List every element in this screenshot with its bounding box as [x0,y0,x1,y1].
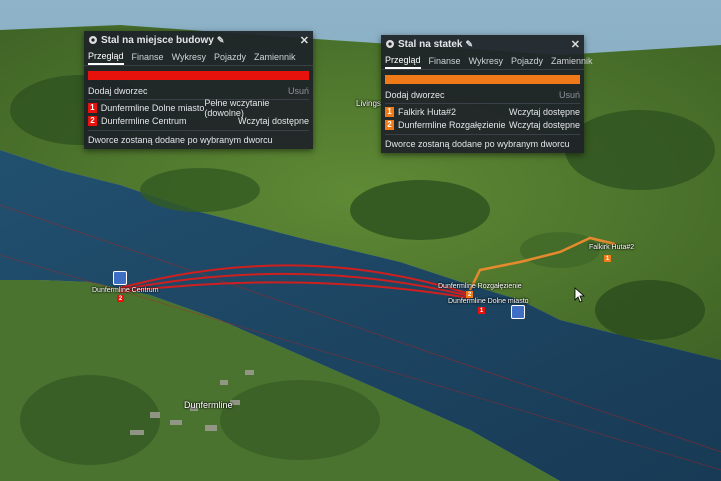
tab-vehicles[interactable]: Pojazdy [214,50,246,64]
forest [140,168,260,212]
remove-button[interactable]: Usuń [559,90,580,100]
stop-row[interactable]: 2 Dunfermline Centrum Wczytaj dostępne [88,115,309,126]
remove-button[interactable]: Usuń [288,86,309,96]
forest [220,380,380,460]
close-icon[interactable]: ✕ [571,38,580,51]
stop-load-mode[interactable]: Wczytaj dostępne [509,107,580,117]
gear-icon[interactable] [385,39,395,49]
station-icon[interactable] [113,271,127,285]
stop-number-badge: 1 [88,102,97,113]
station-label-rozgalezienie[interactable]: Dunfermline Rozgałęzienie [438,283,522,290]
edit-pencil-icon[interactable]: ✎ [465,39,473,50]
stop-marker-2-orange: 2 [466,291,473,298]
station-label-falkirk[interactable]: Falkirk Huta#2 [589,244,634,251]
window-header[interactable]: Stal na miejsce budowy ✎ ✕ [84,31,313,49]
window-title: Stal na statek [398,38,463,50]
station-label-dolne[interactable]: Dunfermline Dolne miasto [448,298,529,305]
stop-name: Dunfermline Rozgałęzienie [398,119,506,130]
add-station-button[interactable]: Dodaj dworzec [385,90,445,100]
tab-vehicles[interactable]: Pojazdy [511,54,543,68]
forest [565,110,715,190]
stop-name: Falkirk Huta#2 [398,106,457,117]
stop-load-mode[interactable]: Wczytaj dostępne [238,116,309,126]
mouse-cursor-icon [574,287,586,303]
gear-icon[interactable] [88,35,98,45]
tab-bar: Przegląd Finanse Wykresy Pojazdy Zamienn… [381,53,593,70]
footer-note: Dworce zostaną dodane po wybranym dworcu [385,134,580,149]
add-station-row: Dodaj dworzec Usuń [385,90,580,104]
tab-bar: Przegląd Finanse Wykresy Pojazdy Zamienn… [84,49,313,66]
line-color-bar [88,71,309,80]
tab-overview[interactable]: Przegląd [385,53,421,69]
stop-name: Dunfermline Dolne miasto [100,102,205,113]
add-station-button[interactable]: Dodaj dworzec [88,86,148,96]
stop-marker-2: 2 [117,295,124,302]
line-window-right[interactable]: Stal na statek ✎ ✕ Przegląd Finanse Wykr… [381,35,593,153]
tab-charts[interactable]: Wykresy [469,54,503,68]
town-label-livingston[interactable]: Livings [356,99,381,108]
town-label-dunfermline[interactable]: Dunfermline [184,400,233,410]
stop-row[interactable]: 1 Dunfermline Dolne miasto Pełne wczytan… [88,98,309,118]
tab-finances[interactable]: Finanse [132,50,164,64]
forest [595,280,705,340]
window-title: Stal na miejsce budowy [101,34,214,46]
station-label-centrum[interactable]: Dunfermline Centrum [92,287,159,294]
harbor-icon[interactable] [511,305,525,319]
line-window-left[interactable]: Stal na miejsce budowy ✎ ✕ Przegląd Fina… [84,31,313,149]
stop-load-mode[interactable]: Wczytaj dostępne [509,120,580,130]
stop-number-badge: 1 [385,106,394,117]
window-header[interactable]: Stal na statek ✎ ✕ [381,35,584,53]
stop-row[interactable]: 2 Dunfermline Rozgałęzienie Wczytaj dost… [385,119,580,130]
stop-load-mode[interactable]: Pełne wczytanie (dowolne) [204,98,309,118]
tab-replacement[interactable]: Zamiennik [254,50,296,64]
stop-number-badge: 2 [385,119,394,130]
forest [350,180,490,240]
close-icon[interactable]: ✕ [300,34,309,47]
tab-overview[interactable]: Przegląd [88,49,124,65]
tab-charts[interactable]: Wykresy [172,50,206,64]
stop-marker-1: 1 [478,307,485,314]
forest [520,232,600,268]
footer-note: Dworce zostaną dodane po wybranym dworcu [88,130,309,145]
edit-pencil-icon[interactable]: ✎ [217,35,225,46]
stop-number-badge: 2 [88,115,97,126]
forest [20,375,160,465]
tab-replacement[interactable]: Zamiennik [551,54,593,68]
stop-name: Dunfermline Centrum [101,115,187,126]
stop-marker-1-orange: 1 [604,255,611,262]
line-color-bar [385,75,580,84]
tab-finances[interactable]: Finanse [429,54,461,68]
stop-row[interactable]: 1 Falkirk Huta#2 Wczytaj dostępne [385,106,580,117]
